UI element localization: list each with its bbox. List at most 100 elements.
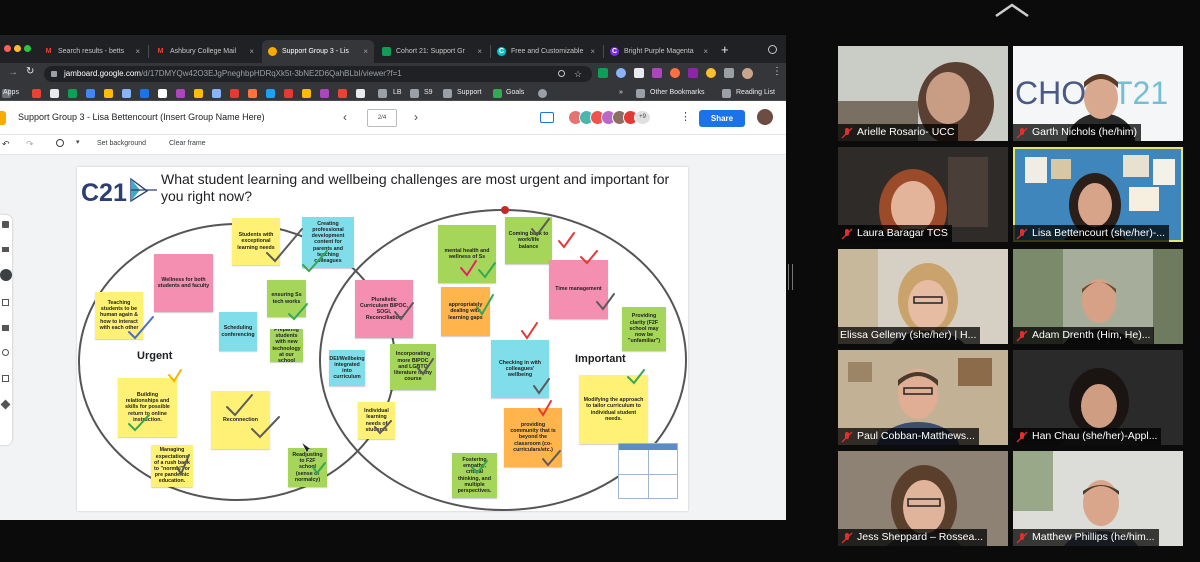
bookmark-favicon-icon[interactable] <box>140 89 149 98</box>
participant-name-label: Matthew Phillips (he/him... <box>1013 529 1159 546</box>
bookmark-favicon-icon[interactable] <box>230 89 239 98</box>
bookmark-lb[interactable]: LB <box>393 85 402 101</box>
bookmark-favicon-icon[interactable] <box>158 89 167 98</box>
bookmark-favicon-icon[interactable] <box>212 89 221 98</box>
bookmark-goals[interactable]: Goals <box>506 85 524 101</box>
bookmark-favicon-icon[interactable] <box>266 89 275 98</box>
browser-tab[interactable]: Cohort 21: Support Gr × <box>376 40 488 63</box>
add-to-screen-icon[interactable] <box>540 112 554 123</box>
bookmark-favicon-icon[interactable] <box>32 89 41 98</box>
browser-menu-icon[interactable]: ⋮ <box>772 66 782 77</box>
undo-icon[interactable]: ↶ <box>2 139 10 150</box>
bookmark-other[interactable]: Other Bookmarks <box>650 85 704 101</box>
select-tool-icon[interactable] <box>0 269 12 281</box>
tab-search-icon[interactable] <box>768 45 777 54</box>
browser-tab[interactable]: M Ashbury College Mail × <box>150 40 260 63</box>
bookmark-star-icon[interactable]: ☆ <box>574 66 582 82</box>
browser-tab-active[interactable]: Support Group 3 - Lis × <box>262 40 374 63</box>
bookmark-favicon-icon[interactable] <box>356 89 365 98</box>
participant-tile[interactable]: Jess Sheppard – Rossea... <box>838 451 1008 546</box>
tab-label: Ashbury College Mail <box>170 48 237 55</box>
zoom-search-icon[interactable] <box>558 70 565 77</box>
participant-tile-active-speaker[interactable]: Lisa Bettencourt (she/her)-... <box>1013 147 1183 242</box>
laser-tool-icon[interactable] <box>0 399 11 410</box>
account-avatar[interactable] <box>757 109 773 125</box>
reload-icon[interactable]: ↻ <box>26 66 34 77</box>
participant-tile[interactable]: Matthew Phillips (he/him... <box>1013 451 1183 546</box>
bookmark-favicon-icon[interactable] <box>176 89 185 98</box>
participant-tile[interactable]: CHO T21 Garth Nichols (he/him) <box>1013 46 1183 141</box>
text-box-tool-icon[interactable] <box>2 375 9 382</box>
muted-mic-icon <box>841 228 853 239</box>
bookmark-favicon-icon[interactable] <box>86 89 95 98</box>
close-tab-icon[interactable]: × <box>131 47 140 56</box>
jam-title[interactable]: Support Group 3 - Lisa Bettencourt (Inse… <box>18 112 265 122</box>
bookmark-apps[interactable]: Apps <box>3 85 19 101</box>
participant-tile[interactable]: Arielle Rosario- UCC <box>838 46 1008 141</box>
zoom-dropdown-icon[interactable]: ▾ <box>76 138 80 146</box>
close-tab-icon[interactable]: × <box>359 47 368 56</box>
new-tab-button[interactable]: + <box>721 43 729 56</box>
jamboard-logo-icon[interactable] <box>0 111 6 125</box>
bookmark-s9[interactable]: S9 <box>424 85 433 101</box>
shape-tool-icon[interactable] <box>2 349 9 356</box>
bookmark-favicon-icon[interactable] <box>302 89 311 98</box>
collapse-chevron-icon[interactable] <box>994 2 1030 18</box>
browser-tab[interactable]: C Bright Purple Magenta × <box>604 40 714 63</box>
participant-name-label: Elissa Gelleny (she/her) | H... <box>838 327 981 344</box>
previous-frame-button[interactable]: ‹ <box>343 110 347 124</box>
bookmark-favicon-icon[interactable] <box>50 89 59 98</box>
bookmark-favicon-icon[interactable] <box>68 89 77 98</box>
url-field[interactable]: jamboard.google.com/d/17DMYQw42O3EJgPneg… <box>44 66 592 82</box>
more-options-icon[interactable]: ⋮ <box>680 110 691 123</box>
pen-tool-icon[interactable] <box>2 221 9 228</box>
folder-icon <box>636 89 645 98</box>
jamboard-toolbar: ↶ ↷ ▾ Set background Clear frame <box>0 135 786 155</box>
more-bookmarks-icon[interactable]: » <box>619 85 623 101</box>
set-background-button[interactable]: Set background <box>97 140 146 147</box>
panel-resize-handle[interactable] <box>788 264 793 290</box>
participant-tile[interactable]: Paul Cobban-Matthews... <box>838 350 1008 445</box>
close-tab-icon[interactable]: × <box>245 47 254 56</box>
extension-icons[interactable] <box>598 68 758 79</box>
sticky-note-tool-icon[interactable] <box>2 299 9 306</box>
participant-tile[interactable]: Elissa Gelleny (she/her) | H... <box>838 249 1008 344</box>
image-tool-icon[interactable] <box>2 325 9 331</box>
browser-tab[interactable]: C Free and Customizable × <box>491 40 601 63</box>
svg-text:CHO: CHO <box>1015 75 1086 111</box>
forward-icon[interactable]: → <box>8 67 18 78</box>
zoom-icon[interactable] <box>56 139 64 147</box>
bookmark-favicon-icon[interactable] <box>194 89 203 98</box>
next-frame-button[interactable]: › <box>414 110 418 124</box>
close-tab-icon[interactable]: × <box>699 47 708 56</box>
jam-frame[interactable]: C21 What student learning and wellbeing … <box>77 167 688 511</box>
close-tab-icon[interactable]: × <box>473 47 482 56</box>
bookmark-favicon-icon[interactable] <box>338 89 347 98</box>
muted-mic-icon <box>841 532 853 543</box>
frame-counter[interactable]: 2/4 <box>367 109 397 127</box>
participant-gallery: Arielle Rosario- UCC CHO T21 Garth Nicho… <box>836 46 1186 550</box>
address-bar-row: → ↻ jamboard.google.com/d/17DMYQw42O3EJg… <box>0 63 786 85</box>
eraser-tool-icon[interactable] <box>2 247 9 252</box>
bookmark-favicon-icon[interactable] <box>104 89 113 98</box>
bookmark-favicon-icon[interactable] <box>378 89 387 98</box>
bookmark-favicon-icon[interactable] <box>320 89 329 98</box>
clear-frame-button[interactable]: Clear frame <box>169 140 206 147</box>
window-controls[interactable] <box>4 45 34 53</box>
bookmark-favicon-icon[interactable] <box>248 89 257 98</box>
browser-tab[interactable]: M Search results - betts × <box>38 40 146 63</box>
close-tab-icon[interactable]: × <box>586 47 595 56</box>
bookmark-reading-list[interactable]: Reading List <box>736 85 775 101</box>
bookmark-favicon-icon[interactable] <box>284 89 293 98</box>
bookmark-support[interactable]: Support <box>457 85 482 101</box>
participant-tile[interactable]: Laura Baragar TCS <box>838 147 1008 242</box>
redo-icon[interactable]: ↷ <box>26 139 34 150</box>
screen: M Search results - betts × M Ashbury Col… <box>0 0 1200 562</box>
muted-mic-icon <box>1016 228 1028 239</box>
collaborator-avatars[interactable]: +9 <box>568 110 658 126</box>
participant-tile[interactable]: Han Chau (she/her)-Appl... <box>1013 350 1183 445</box>
share-button[interactable]: Share <box>699 110 745 127</box>
reading-list-icon <box>722 89 731 98</box>
bookmark-favicon-icon[interactable] <box>122 89 131 98</box>
participant-tile[interactable]: Adam Drenth (Him, He)... <box>1013 249 1183 344</box>
